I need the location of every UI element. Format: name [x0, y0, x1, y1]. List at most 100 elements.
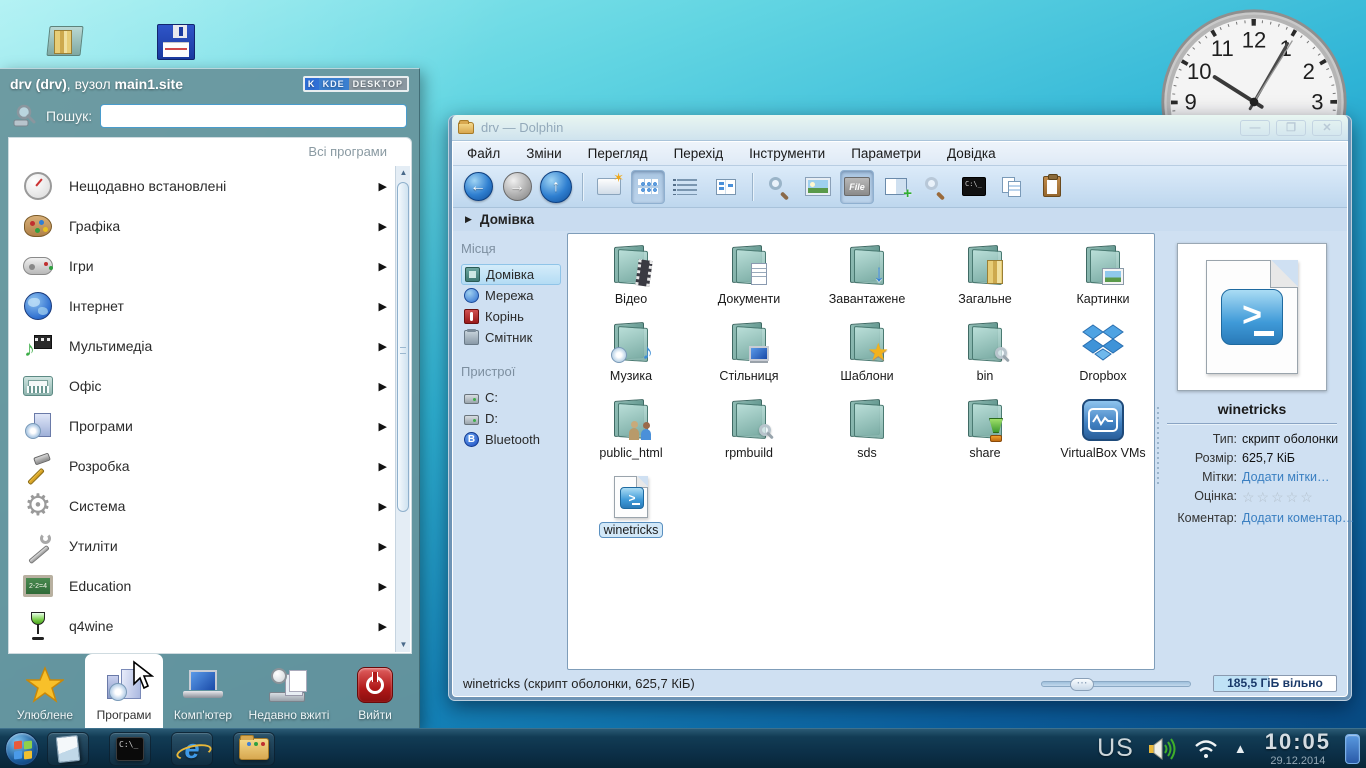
gamepad-icon: [23, 257, 53, 275]
menu-item-system[interactable]: ⚙ Система▶: [9, 486, 395, 526]
add-tags-link[interactable]: Додати мітки…: [1242, 470, 1329, 484]
panel-toolbox-button[interactable]: [1345, 734, 1360, 764]
notes-launcher-button[interactable]: [47, 732, 89, 766]
tab-computer[interactable]: Комп'ютер: [164, 654, 242, 728]
up-button[interactable]: ↑: [539, 170, 573, 204]
start-menu-button[interactable]: [5, 732, 39, 766]
terminal-launcher-button[interactable]: C:\_: [109, 732, 151, 766]
panel-splitter[interactable]: [1155, 231, 1161, 670]
scroll-down-icon[interactable]: ▼: [396, 638, 411, 652]
menu-item-recently-installed[interactable]: Нещодавно встановлені▶: [9, 166, 395, 206]
wifi-icon[interactable]: [1192, 737, 1220, 761]
tab-leave[interactable]: Вийти: [336, 654, 414, 728]
menu-help[interactable]: Довідка: [947, 146, 996, 161]
file-video[interactable]: Відео: [572, 240, 690, 317]
menu-tools[interactable]: Інструменти: [749, 146, 825, 161]
search-input[interactable]: [100, 104, 407, 128]
place-home[interactable]: Домівка: [461, 264, 561, 285]
trash-icon: [464, 330, 479, 345]
tab-favorites[interactable]: Улюблене: [6, 654, 84, 728]
details-view-button[interactable]: [670, 170, 704, 204]
desktop-floppy-icon[interactable]: [155, 20, 199, 64]
menu-item-multimedia[interactable]: ♪ Мультимедіа▶: [9, 326, 395, 366]
new-folder-button[interactable]: [592, 170, 626, 204]
scroll-up-icon[interactable]: ▲: [396, 166, 411, 180]
menu-item-internet[interactable]: Інтернет▶: [9, 286, 395, 326]
minimize-button[interactable]: —: [1240, 120, 1270, 136]
menu-scrollbar[interactable]: ▲ ▼: [395, 166, 410, 652]
tab-recently-used[interactable]: Недавно вжиті: [243, 654, 335, 728]
forward-button[interactable]: →: [500, 170, 534, 204]
columns-view-button[interactable]: [709, 170, 743, 204]
menu-item-games[interactable]: Ігри▶: [9, 246, 395, 286]
file-downloads[interactable]: ↓ Завантажене: [808, 240, 926, 317]
place-trash[interactable]: Смітник: [461, 327, 561, 348]
file-manager-launcher-button[interactable]: [233, 732, 275, 766]
copy-button[interactable]: [996, 170, 1030, 204]
icons-view-button[interactable]: [631, 170, 665, 204]
paste-icon: [1043, 176, 1061, 197]
menu-item-q4wine[interactable]: q4wine▶: [9, 606, 395, 646]
file-dropbox[interactable]: Dropbox: [1044, 317, 1155, 394]
find-button[interactable]: [918, 170, 952, 204]
terminal-button[interactable]: C:\_: [957, 170, 991, 204]
menu-file[interactable]: Файл: [467, 146, 500, 161]
file-share[interactable]: share: [926, 394, 1044, 471]
file-music[interactable]: ♪ Музика: [572, 317, 690, 394]
scrollbar-thumb[interactable]: [397, 182, 409, 512]
device-d-drive[interactable]: D:: [461, 408, 561, 429]
file-sds[interactable]: sds: [808, 394, 926, 471]
file-winetricks[interactable]: > winetricks: [572, 471, 690, 548]
browser-launcher-button[interactable]: e: [171, 732, 213, 766]
back-button[interactable]: ←: [461, 170, 495, 204]
menu-settings[interactable]: Параметри: [851, 146, 921, 161]
device-bluetooth[interactable]: BBluetooth: [461, 429, 561, 450]
file-templates[interactable]: ★ Шаблони: [808, 317, 926, 394]
zoom-button[interactable]: [762, 170, 796, 204]
menu-item-graphics[interactable]: Графіка▶: [9, 206, 395, 246]
place-root[interactable]: Корінь: [461, 306, 561, 327]
breadcrumb-arrow-icon[interactable]: ▶: [465, 214, 472, 225]
close-button[interactable]: ✕: [1312, 120, 1342, 136]
title-bar[interactable]: drv — Dolphin — ❐ ✕: [452, 115, 1348, 141]
file-common[interactable]: Загальне: [926, 240, 1044, 317]
menu-item-utilities[interactable]: Утиліти▶: [9, 526, 395, 566]
devices-header: Пристрої: [461, 364, 561, 379]
digital-clock[interactable]: 10:05 29.12.2014: [1265, 731, 1331, 767]
home-icon: [465, 267, 480, 282]
file-rpmbuild[interactable]: rpmbuild: [690, 394, 808, 471]
keyboard-layout-indicator[interactable]: US: [1097, 734, 1134, 763]
preview-icon: [806, 178, 830, 195]
star-emblem-icon: ★: [867, 338, 889, 367]
menu-item-development[interactable]: Розробка▶: [9, 446, 395, 486]
file-public-html[interactable]: public_html: [572, 394, 690, 471]
rating-stars[interactable]: ☆☆☆☆☆: [1242, 489, 1315, 506]
desktop-folder-icon[interactable]: [44, 20, 88, 64]
filter-bar-button[interactable]: File: [840, 170, 874, 204]
menu-item-programs[interactable]: Програми▶: [9, 406, 395, 446]
tray-expander-icon[interactable]: ▲: [1234, 741, 1247, 756]
menu-item-office[interactable]: Офіс▶: [9, 366, 395, 406]
place-network[interactable]: Мережа: [461, 285, 561, 306]
add-comment-link[interactable]: Додати коментар…: [1242, 511, 1354, 525]
menu-edit[interactable]: Зміни: [526, 146, 561, 161]
file-bin[interactable]: bin: [926, 317, 1044, 394]
zoom-slider-thumb[interactable]: [1070, 678, 1094, 691]
file-view[interactable]: Відео Документи ↓ Завантажене Загальне К…: [567, 233, 1155, 670]
paste-button[interactable]: [1035, 170, 1069, 204]
information-panel: > winetricks Тип:скрипт оболонки Розмір:…: [1161, 231, 1347, 670]
file-documents[interactable]: Документи: [690, 240, 808, 317]
menu-view[interactable]: Перегляд: [588, 146, 648, 161]
file-virtualbox-vms[interactable]: VirtualBox VMs: [1044, 394, 1155, 471]
zoom-slider[interactable]: [1041, 681, 1191, 687]
file-desktop[interactable]: Стільниця: [690, 317, 808, 394]
breadcrumb-home[interactable]: Домівка: [480, 212, 534, 227]
volume-icon[interactable]: [1148, 736, 1178, 762]
device-c-drive[interactable]: C:: [461, 387, 561, 408]
maximize-button[interactable]: ❐: [1276, 120, 1306, 136]
preview-button[interactable]: [801, 170, 835, 204]
file-pictures[interactable]: Картинки: [1044, 240, 1155, 317]
split-view-button[interactable]: [879, 170, 913, 204]
menu-item-education[interactable]: 2-2=4 Education▶: [9, 566, 395, 606]
menu-go[interactable]: Перехід: [674, 146, 724, 161]
